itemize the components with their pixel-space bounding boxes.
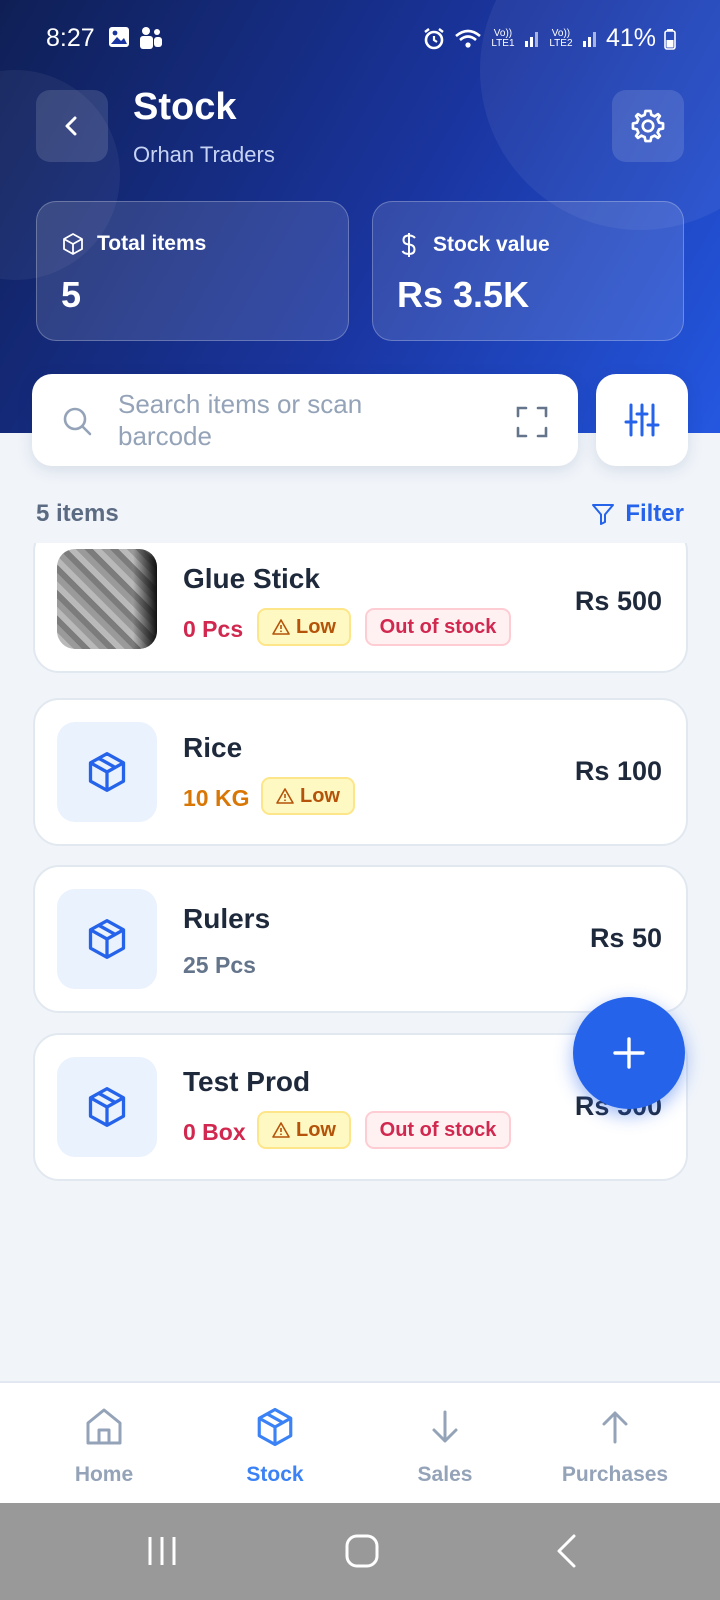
nav-sales-icon-wrap [427,1405,463,1449]
box-icon [88,919,126,959]
status-right: Vo)) LTE1 Vo)) LTE2 41% [422,24,676,53]
nav-sales[interactable]: Sales [355,1383,535,1505]
list-item[interactable]: Rice 10 KG Low Rs 100 [33,698,688,846]
nav-stock-label: Stock [246,1463,304,1486]
box-icon [88,1087,126,1127]
nav-stock-icon-wrap [254,1405,296,1449]
stock-value-label-row: Stock value [397,232,550,258]
item-quantity: 10 KG [183,785,250,811]
bottom-nav: Home Stock Sales Purchases [0,1381,720,1503]
nav-home-icon-wrap [83,1405,125,1449]
arrow-down-icon [432,1410,458,1443]
total-items-label: Total items [97,232,207,255]
item-name: Rice [183,732,243,763]
total-items-value: 5 [61,274,82,315]
out-of-stock-label: Out of stock [379,615,497,638]
settings-button[interactable] [612,90,684,162]
status-time: 8:27 [46,24,95,52]
item-quantity: 0 Pcs [183,616,244,642]
nav-home-label: Home [74,1463,134,1486]
nav-sales-label: Sales [417,1463,473,1486]
item-thumbnail [57,1057,157,1157]
nav-stock[interactable]: Stock [185,1383,365,1505]
arrow-up-icon [602,1411,628,1444]
out-of-stock-label: Out of stock [379,1118,497,1141]
total-items-label-row: Total items [61,232,206,256]
low-stock-badge: Low [261,777,355,815]
gear-icon [631,109,665,143]
item-photo [57,549,157,649]
item-price: Rs 50 [589,923,662,953]
warning-icon [272,1122,290,1138]
item-price: Rs 500 [574,586,662,616]
nav-purchases[interactable]: Purchases [525,1383,705,1505]
back-button[interactable] [36,90,108,162]
page-title: Stock [133,86,237,128]
search-input[interactable] [118,388,418,452]
item-name: Glue Stick [183,563,320,594]
nav-home[interactable]: Home [14,1383,194,1505]
plus-icon [613,1037,645,1069]
alarm-icon [424,27,444,49]
scan-icon[interactable] [516,406,548,438]
box-icon [257,1407,293,1447]
item-price: Rs 100 [574,756,662,786]
total-items-card: Total items 5 [36,201,349,341]
battery-icon [664,28,676,50]
stock-value-value: Rs 3.5K [397,274,530,315]
filter-icon [592,504,615,525]
filter-button[interactable]: Filter [591,500,684,528]
signal-icon [582,31,596,47]
box-icon [88,752,126,792]
item-thumbnail [57,889,157,989]
stock-value-card: Stock value Rs 3.5K [372,201,684,341]
teams-icon [140,27,162,49]
item-quantity: 25 Pcs [183,952,256,978]
sim2-label: Vo)) LTE2 [549,27,573,49]
signal-icon [524,31,538,47]
item-name: Rulers [183,903,271,934]
low-stock-badge: Low [257,1111,351,1149]
home-icon [86,1408,122,1445]
nav-purchases-icon-wrap [597,1405,633,1449]
low-stock-label: Low [296,1118,336,1141]
home-button-icon[interactable] [344,1533,380,1569]
item-quantity: 0 Box [183,1119,246,1145]
filter-label: Filter [625,500,684,527]
list-item[interactable]: Rulers 25 Pcs Rs 50 [33,865,688,1013]
back-nav-icon[interactable] [554,1533,578,1569]
sliders-icon [624,403,660,437]
recent-apps-icon[interactable] [146,1535,178,1567]
header: 8:27 Vo)) LTE1 Vo)) LTE2 41% Stock Orhan… [0,0,720,433]
items-count: 5 items [36,500,119,527]
wifi-icon [455,29,481,48]
status-bar: 8:27 Vo)) LTE1 Vo)) LTE2 41% [0,0,720,80]
add-item-button[interactable] [573,997,685,1109]
chevron-left-icon [65,116,77,136]
list-item[interactable]: Glue Stick 0 Pcs Low Out of stock Rs 500 [33,543,688,673]
battery-percent: 41% [605,24,656,52]
out-of-stock-badge: Out of stock [365,1111,511,1149]
search-icon [63,407,92,436]
page-subtitle: Orhan Traders [133,142,275,167]
warning-icon [276,788,294,804]
nav-purchases-label: Purchases [561,1463,669,1486]
system-navigation-bar [0,1503,720,1600]
image-icon [109,27,129,47]
warning-icon [272,619,290,635]
item-name: Test Prod [183,1066,311,1097]
sim1-label: Vo)) LTE1 [491,27,515,49]
status-notification-icons [108,26,164,50]
out-of-stock-badge: Out of stock [365,608,511,646]
box-icon [63,233,83,255]
item-list: Glue Stick 0 Pcs Low Out of stock Rs 500… [0,543,720,1381]
low-stock-badge: Low [257,608,351,646]
stock-value-label: Stock value [433,233,550,256]
dollar-icon [401,233,416,257]
search-box [32,374,578,466]
item-thumbnail [57,722,157,822]
low-stock-label: Low [296,615,336,638]
low-stock-label: Low [300,784,340,807]
filter-options-button[interactable] [596,374,688,466]
